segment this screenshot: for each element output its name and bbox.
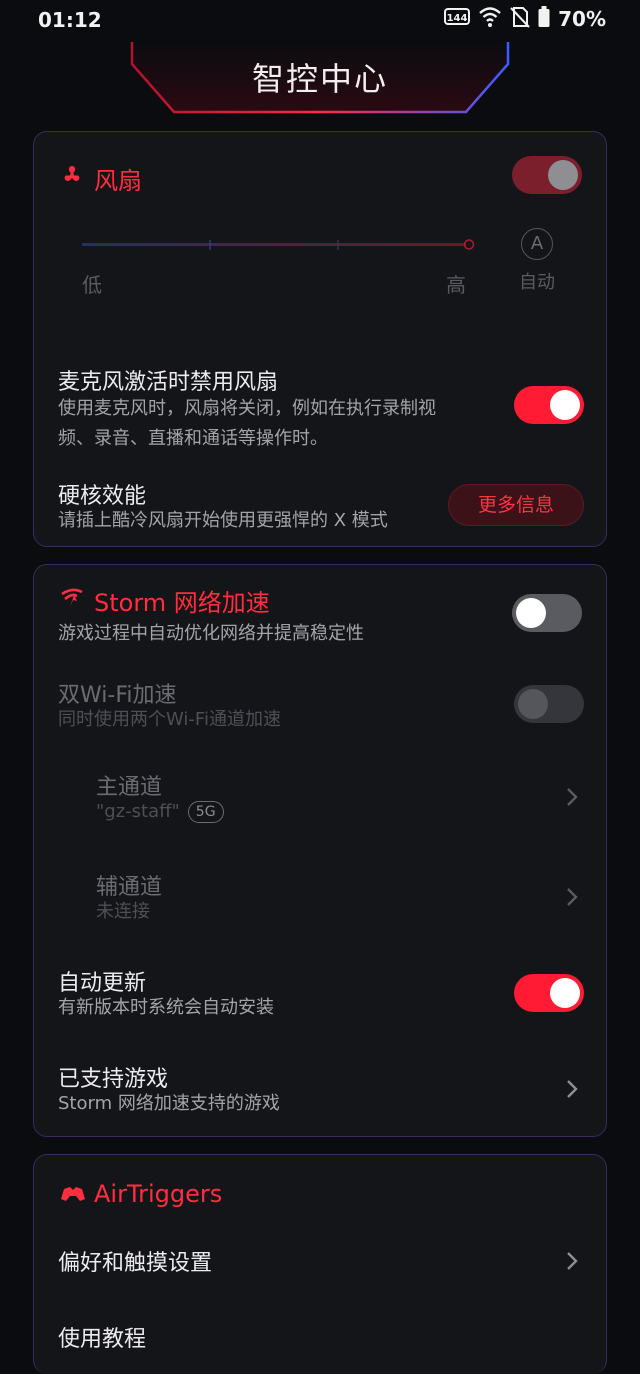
- secondary-channel-row[interactable]: 辅通道 未连接: [34, 867, 608, 931]
- mic-desc-line1: 使用麦克风时，风扇将关闭，例如在执行录制视: [58, 398, 436, 419]
- dual-wifi-row: 双Wi-Fi加速 同时使用两个Wi-Fi通道加速: [34, 673, 608, 733]
- refresh-rate-badge: 144: [447, 13, 468, 24]
- mic-disable-fan-label: 麦克风激活时禁用风扇: [58, 370, 279, 395]
- header: 智控中心: [130, 40, 510, 116]
- supported-games-desc: Storm 网络加速支持的游戏: [58, 1093, 280, 1114]
- chevron-right-icon: [566, 887, 578, 911]
- auto-update-toggle-knob: [550, 978, 580, 1008]
- hardcore-desc: 请插上酷冷风扇开始使用更强悍的 X 模式: [58, 510, 388, 531]
- dual-wifi-desc: 同时使用两个Wi-Fi通道加速: [58, 709, 281, 730]
- band-badge: 5G: [187, 801, 224, 823]
- slider-low-label: 低: [82, 273, 102, 297]
- auto-mode-button[interactable]: A 自动: [519, 228, 560, 294]
- fan-speed-track: [82, 239, 475, 250]
- mic-toggle-knob: [550, 390, 580, 420]
- more-info-button[interactable]: 更多信息: [448, 484, 584, 526]
- status-time: 01:12: [38, 8, 102, 32]
- chevron-right-icon: [566, 787, 578, 811]
- mic-desc-line2: 频、录音、直播和通话等操作时。: [58, 428, 328, 449]
- mic-disable-fan-desc: 使用麦克风时，风扇将关闭，例如在执行录制视 频、录音、直播和通话等操作时。: [58, 394, 498, 454]
- fan-speed-slider[interactable]: [82, 236, 476, 254]
- tutorial-label: 使用教程: [58, 1327, 147, 1352]
- storm-desc: 游戏过程中自动优化网络并提高稳定性: [58, 623, 364, 644]
- storm-card: Storm 网络加速 游戏过程中自动优化网络并提高稳定性 双Wi-Fi加速 同时…: [33, 564, 607, 1137]
- storm-toggle[interactable]: [512, 594, 582, 632]
- airtriggers-icon: [60, 1183, 86, 1209]
- fan-toggle[interactable]: [512, 156, 582, 194]
- fan-card: 风扇 低 高 A 自动 麦克风激活时禁用风扇 使用麦克风时，风扇将关闭，例如在执…: [33, 131, 607, 547]
- mic-disable-fan-toggle[interactable]: [514, 386, 584, 424]
- status-bar: 01:12 144 70%: [0, 0, 640, 40]
- fan-toggle-knob: [548, 160, 578, 190]
- primary-channel-value-wrap: "gz-staff" 5G: [96, 797, 224, 827]
- tutorial-row[interactable]: 使用教程: [34, 1315, 608, 1365]
- storm-toggle-knob: [516, 598, 546, 628]
- wifi-icon: [478, 6, 502, 32]
- auto-update-desc: 有新版本时系统会自动安装: [58, 997, 274, 1018]
- chevron-right-icon: [566, 1079, 578, 1103]
- auto-update-row[interactable]: 自动更新 有新版本时系统会自动安装: [34, 963, 608, 1027]
- auto-mode-label: 自动: [519, 272, 555, 293]
- no-sim-icon: [510, 6, 530, 32]
- supported-games-row[interactable]: 已支持游戏 Storm 网络加速支持的游戏: [34, 1059, 608, 1123]
- storm-icon: [60, 585, 84, 613]
- preference-touch-settings-row[interactable]: 偏好和触摸设置: [34, 1237, 608, 1287]
- refresh-rate-icon: 144: [444, 7, 471, 31]
- chevron-right-icon: [566, 1251, 578, 1275]
- fan-icon: [60, 164, 84, 192]
- dual-wifi-toggle-knob: [518, 689, 548, 719]
- auto-update-toggle[interactable]: [514, 974, 584, 1012]
- page-title: 智控中心: [251, 60, 388, 98]
- battery-icon: [538, 6, 550, 32]
- preference-touch-settings-label: 偏好和触摸设置: [58, 1251, 213, 1276]
- fan-title: 风扇: [94, 167, 142, 195]
- secondary-channel-value: 未连接: [96, 901, 150, 922]
- status-icons: 144 70%: [444, 6, 606, 32]
- primary-channel-ssid: "gz-staff": [96, 801, 180, 822]
- auto-mode-icon: A: [521, 228, 553, 260]
- airtriggers-card: AirTriggers 偏好和触摸设置 使用教程: [33, 1154, 607, 1374]
- dual-wifi-toggle[interactable]: [514, 685, 584, 723]
- hardcore-performance-row: 硬核效能 请插上酷冷风扇开始使用更强悍的 X 模式 更多信息: [34, 474, 608, 534]
- primary-channel-row[interactable]: 主通道 "gz-staff" 5G: [34, 767, 608, 831]
- airtriggers-title: AirTriggers: [94, 1180, 223, 1208]
- battery-percent: 70%: [558, 7, 606, 31]
- slider-high-label: 高: [446, 273, 466, 297]
- storm-title: Storm 网络加速: [94, 589, 270, 617]
- mic-disable-fan-row[interactable]: 麦克风激活时禁用风扇 使用麦克风时，风扇将关闭，例如在执行录制视 频、录音、直播…: [34, 356, 608, 456]
